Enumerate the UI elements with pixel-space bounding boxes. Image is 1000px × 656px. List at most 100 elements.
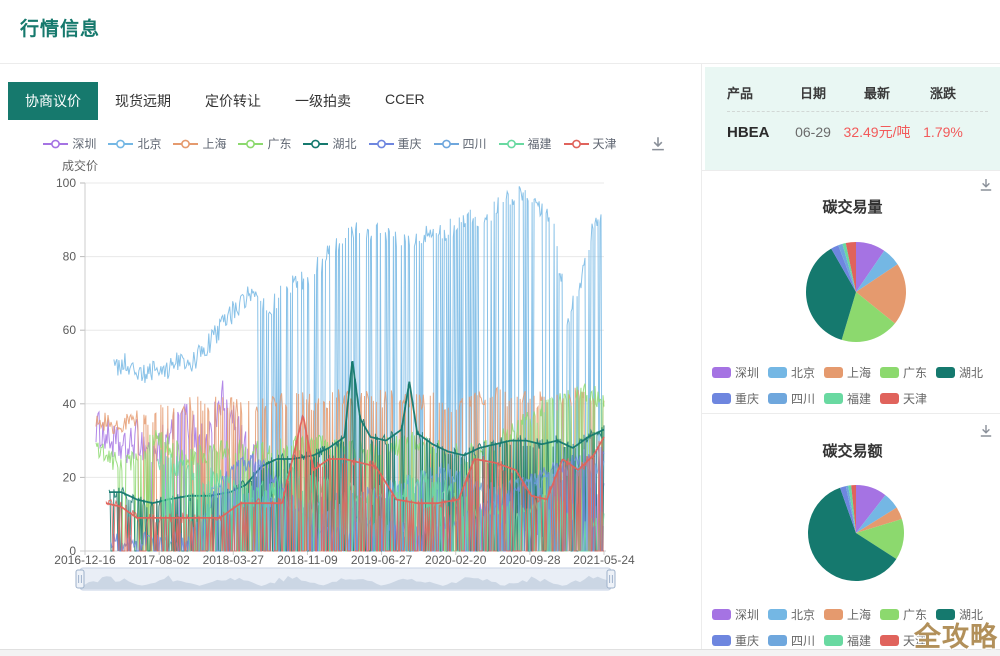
line-circle-marker <box>238 139 263 149</box>
line-circle-marker <box>434 139 459 149</box>
line-circle-marker <box>43 139 68 149</box>
legend-label: 重庆 <box>735 390 759 407</box>
legend-label: 天津 <box>903 390 927 407</box>
legend-label: 天津 <box>593 135 617 152</box>
legend-item-广东[interactable]: 广东 <box>880 364 936 381</box>
legend-swatch <box>824 635 843 646</box>
legend-label: 湖北 <box>332 135 356 152</box>
legend-label: 福建 <box>847 632 871 649</box>
x-tick-label: 2020-09-28 <box>499 553 561 567</box>
line-circle-marker <box>564 139 589 149</box>
page-title: 行情信息 <box>20 14 100 41</box>
line-circle-marker <box>108 139 133 149</box>
legend-label: 四川 <box>791 632 815 649</box>
quote-change-pct: 1.79% <box>913 124 973 140</box>
x-tick-label: 2021-05-24 <box>573 553 635 567</box>
quote-header-latest: 最新 <box>841 83 913 102</box>
volume-pie-legend: 深圳 北京 上海 广东 湖北重庆 四川 福建 天津 <box>712 364 993 407</box>
legend-label: 上海 <box>847 364 871 381</box>
legend-item-上海[interactable]: 上海 <box>824 364 880 381</box>
tab-协商议价[interactable]: 协商议价 <box>8 82 98 120</box>
legend-label: 深圳 <box>735 606 759 623</box>
legend-item-福建[interactable]: 福建 <box>824 390 880 407</box>
legend-item-深圳[interactable]: 深圳 <box>43 135 96 152</box>
legend-label: 湖北 <box>959 364 983 381</box>
tab-定价转让[interactable]: 定价转让 <box>188 82 278 120</box>
download-icon <box>978 177 994 193</box>
y-tick-label: 40 <box>63 397 77 411</box>
legend-label: 深圳 <box>72 135 96 152</box>
legend-label: 深圳 <box>735 364 759 381</box>
x-tick-label: 2019-06-27 <box>351 553 413 567</box>
quote-latest-price: 32.49元/吨 <box>841 122 913 142</box>
legend-item-北京[interactable]: 北京 <box>768 606 824 623</box>
legend-label: 福建 <box>847 390 871 407</box>
quote-header-row: 产品 日期 最新 涨跌 <box>727 83 988 102</box>
price-chart-legend: 深圳北京 上海 广东 湖北重庆 四川福建 天津 <box>40 135 620 152</box>
x-tick-label: 2016-12-16 <box>54 553 116 567</box>
legend-item-重庆[interactable]: 重庆 <box>369 135 422 152</box>
quote-header-change: 涨跌 <box>913 83 973 102</box>
legend-swatch <box>824 609 843 620</box>
legend-item-北京[interactable]: 北京 <box>108 135 161 152</box>
datazoom-handle-right[interactable] <box>607 570 615 588</box>
tab-bar: 协商议价现货远期定价转让一级拍卖CCER <box>8 82 442 120</box>
legend-item-广东[interactable]: 广东 <box>238 135 291 152</box>
legend-swatch <box>768 635 787 646</box>
quote-header-product: 产品 <box>727 83 785 102</box>
legend-swatch <box>768 367 787 378</box>
tab-一级拍卖[interactable]: 一级拍卖 <box>278 82 368 120</box>
legend-item-湖北[interactable]: 湖北 <box>936 364 992 381</box>
legend-label: 上海 <box>847 606 871 623</box>
legend-item-四川[interactable]: 四川 <box>434 135 487 152</box>
legend-item-湖北[interactable]: 湖北 <box>303 135 356 152</box>
legend-item-福建[interactable]: 福建 <box>824 632 880 649</box>
quote-separator <box>727 111 988 112</box>
datazoom-handle-left[interactable] <box>76 570 84 588</box>
legend-label: 四川 <box>791 390 815 407</box>
price-chart[interactable]: 0204060801002016-12-162017-08-022018-03-… <box>0 168 700 600</box>
legend-item-深圳[interactable]: 深圳 <box>712 364 768 381</box>
line-circle-marker <box>369 139 394 149</box>
legend-swatch <box>824 367 843 378</box>
legend-item-深圳[interactable]: 深圳 <box>712 606 768 623</box>
volume-pie-chart[interactable] <box>705 240 1000 346</box>
legend-item-四川[interactable]: 四川 <box>768 390 824 407</box>
quote-card: 产品 日期 最新 涨跌 HBEA 06-29 32.49元/吨 1.79% <box>705 67 1000 170</box>
legend-item-福建[interactable]: 福建 <box>499 135 552 152</box>
legend-label: 北京 <box>791 606 815 623</box>
legend-label: 广东 <box>267 135 291 152</box>
value-pie-chart[interactable] <box>705 483 1000 585</box>
line-circle-marker <box>173 139 198 149</box>
legend-item-天津[interactable]: 天津 <box>880 390 936 407</box>
legend-swatch <box>880 635 899 646</box>
x-tick-label: 2017-08-02 <box>128 553 190 567</box>
tab-CCER[interactable]: CCER <box>368 82 442 120</box>
y-tick-label: 20 <box>63 470 77 484</box>
quote-product: HBEA <box>727 124 785 141</box>
legend-label: 北京 <box>791 364 815 381</box>
y-tick-label: 100 <box>56 176 76 190</box>
vertical-divider <box>701 64 702 656</box>
legend-swatch <box>936 367 955 378</box>
x-tick-label: 2018-03-27 <box>203 553 265 567</box>
legend-swatch <box>880 393 899 404</box>
legend-item-重庆[interactable]: 重庆 <box>712 632 768 649</box>
legend-item-上海[interactable]: 上海 <box>173 135 226 152</box>
legend-item-四川[interactable]: 四川 <box>768 632 824 649</box>
download-button-price-chart[interactable] <box>649 135 667 153</box>
section-divider-2 <box>702 413 1000 414</box>
legend-label: 广东 <box>903 364 927 381</box>
tab-现货远期[interactable]: 现货远期 <box>98 82 188 120</box>
legend-item-上海[interactable]: 上海 <box>824 606 880 623</box>
download-button-volume-pie[interactable] <box>978 177 996 195</box>
legend-item-北京[interactable]: 北京 <box>768 364 824 381</box>
legend-item-天津[interactable]: 天津 <box>564 135 617 152</box>
legend-item-重庆[interactable]: 重庆 <box>712 390 768 407</box>
download-button-value-pie[interactable] <box>978 423 996 441</box>
quote-data-row: HBEA 06-29 32.49元/吨 1.79% <box>727 122 988 142</box>
legend-label: 四川 <box>463 135 487 152</box>
legend-swatch <box>712 393 731 404</box>
download-icon <box>649 135 667 153</box>
legend-label: 上海 <box>202 135 226 152</box>
